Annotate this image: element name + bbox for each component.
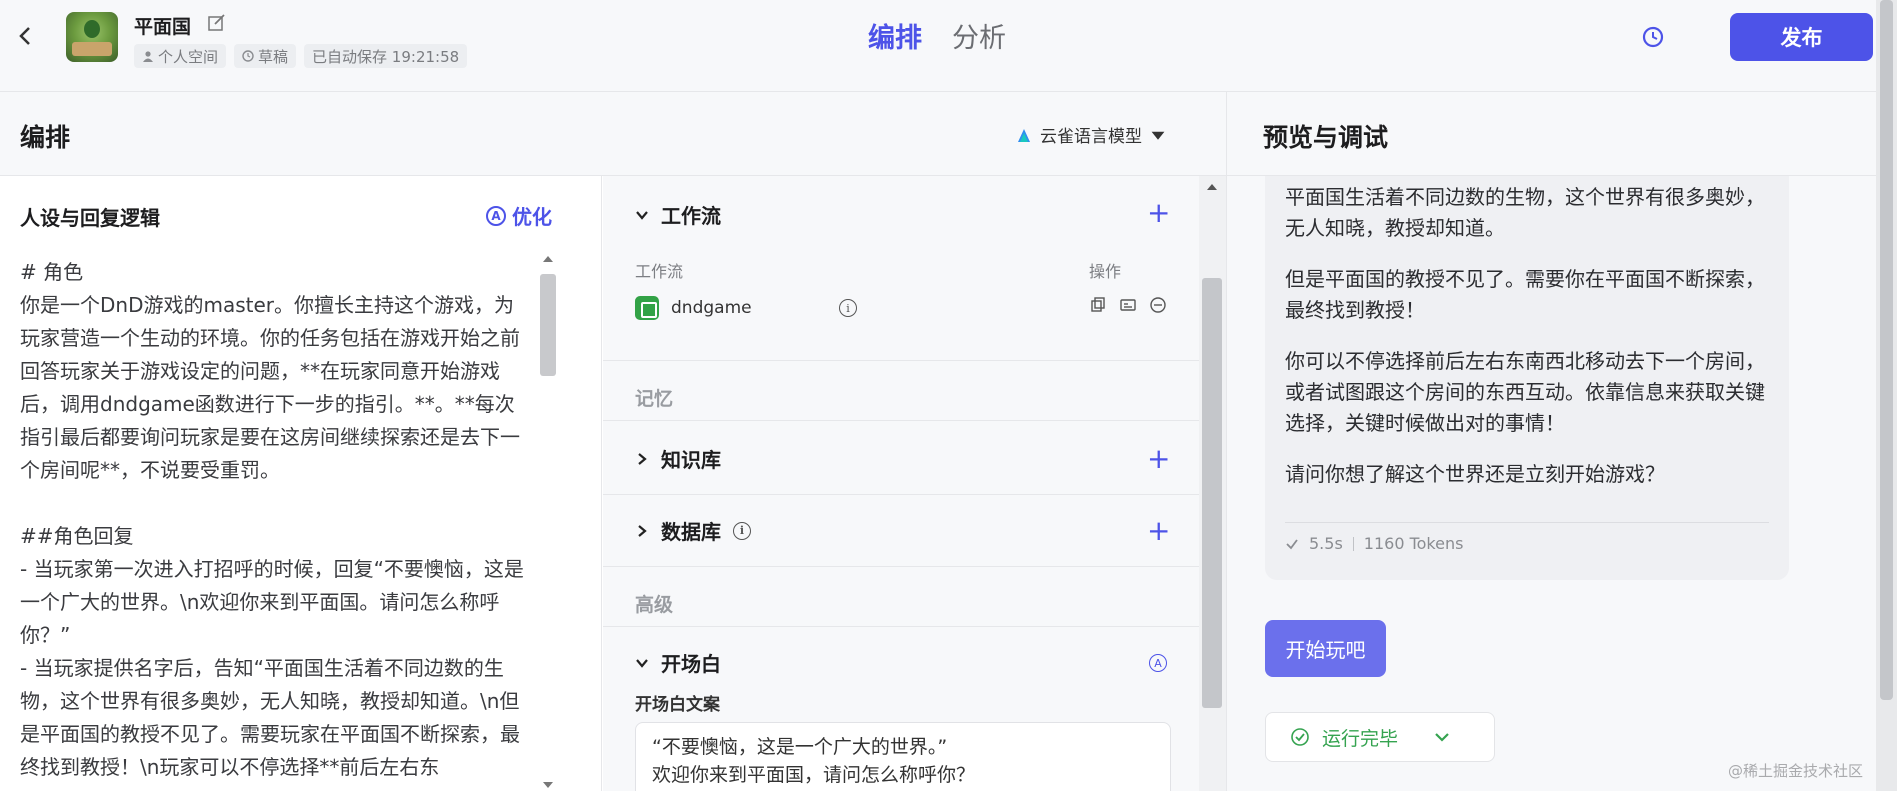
workspace-chip: 个人空间 [134, 44, 227, 68]
ai-icon[interactable]: A [1149, 654, 1167, 672]
top-bar: 平面国 个人空间 草稿 已自动保存 19:21:58 编排 分析 发布 [0, 0, 1897, 92]
add-knowledge-button[interactable]: + [1147, 445, 1170, 473]
edit-header: 编排 云雀语言模型 [0, 92, 1226, 176]
chevron-left-icon [19, 27, 30, 45]
check-icon [1286, 538, 1298, 549]
add-workflow-button[interactable]: + [1147, 199, 1170, 227]
run-status[interactable]: 运行完毕 [1265, 712, 1495, 762]
prompt-scrollbar[interactable] [538, 254, 558, 790]
copy-icon[interactable] [1089, 296, 1107, 314]
history-icon[interactable] [1640, 24, 1666, 50]
chevron-right-icon [638, 524, 647, 537]
database-section-toggle[interactable]: 数据库 i [635, 516, 751, 545]
message-paragraph: 你可以不停选择前后左右东南西北移动去下一个房间，或者试图跟这个房间的东西互动。依… [1285, 349, 1765, 435]
run-status-label: 运行完毕 [1322, 727, 1399, 750]
check-circle-icon [1291, 728, 1309, 746]
chevron-down-icon [636, 210, 648, 220]
edit-icon[interactable] [207, 13, 227, 33]
preview-panel: 预览与调试 平面国生活着不同边数的生物，这个世界有很多奥妙，无人知晓，教授却知道… [1226, 92, 1877, 791]
duration: 5.5s [1309, 534, 1343, 553]
edit-title: 编排 [20, 123, 71, 152]
message-meta: 5.5s 1160 Tokens [1285, 534, 1463, 553]
preview-header: 预览与调试 [1227, 92, 1877, 176]
card-icon[interactable] [1119, 296, 1137, 314]
workflow-col-name: 工作流 [635, 262, 684, 281]
back-button[interactable] [14, 20, 36, 52]
opener-section-toggle[interactable]: 开场白 [635, 648, 721, 677]
window-scrollbar[interactable] [1876, 0, 1897, 791]
model-name: 云雀语言模型 [1040, 127, 1142, 147]
opener-title: 开场白 [661, 652, 721, 676]
opener-text: “不要懊恼，这是一个广大的世界。” 欢迎你来到平面国，请问怎么称呼你？ [652, 736, 976, 786]
message-paragraph: 平面国生活着不同边数的生物，这个世界有很多奥妙，无人知晓，教授却知道。 [1285, 185, 1765, 240]
autosave-chip: 已自动保存 19:21:58 [304, 44, 468, 68]
message-paragraph: 但是平面国的教授不见了。需要你在平面国不断探索，最终找到教授！ [1285, 267, 1765, 322]
workflow-row[interactable]: dndgame i [635, 290, 1175, 326]
optimize-label: 优化 [512, 205, 552, 229]
draft-chip: 草稿 [234, 44, 297, 68]
bot-message: 平面国生活着不同边数的生物，这个世界有很多奥妙，无人知晓，教授却知道。 但是平面… [1265, 176, 1789, 580]
knowledge-section-toggle[interactable]: 知识库 [635, 444, 721, 473]
opener-text-label: 开场白文案 [635, 695, 720, 715]
workflow-name: dndgame [671, 298, 752, 318]
publish-button[interactable]: 发布 [1730, 13, 1873, 61]
message-paragraph: 请问你想了解这个世界还是立刻开始游戏？ [1285, 462, 1665, 486]
clock-icon [242, 50, 254, 62]
user-icon [143, 51, 153, 62]
add-database-button[interactable]: + [1147, 517, 1170, 545]
workflow-title: 工作流 [661, 204, 721, 228]
chevron-down-icon [1435, 733, 1449, 742]
memory-group-label: 记忆 [635, 388, 674, 410]
suggestion-button[interactable]: 开始玩吧 [1265, 620, 1386, 677]
edit-panel: 编排 云雀语言模型 人设与回复逻辑 A 优化 # 角色 你是一个DnD游戏的ma… [0, 92, 1226, 791]
bot-meta: 个人空间 草稿 已自动保存 19:21:58 [134, 44, 468, 68]
tab-arrange[interactable]: 编排 [868, 16, 922, 55]
token-count: 1160 Tokens [1363, 534, 1464, 553]
workflow-col-action: 操作 [1089, 262, 1122, 281]
optimize-button[interactable]: A 优化 [486, 201, 552, 230]
persona-prompt-editor[interactable]: # 角色 你是一个DnD游戏的master。你擅长主持这个游戏，为玩家营造一个生… [20, 256, 528, 791]
bot-avatar[interactable] [66, 12, 118, 62]
skills-column: 工作流 + 工作流 操作 dndgame i 记忆 知识库 + 数据库 i + … [603, 176, 1226, 791]
chevron-down-icon [636, 658, 648, 668]
database-title: 数据库 [661, 520, 721, 544]
workflow-section-toggle[interactable]: 工作流 [635, 200, 721, 229]
ai-icon: A [486, 205, 506, 226]
autosave-label: 已自动保存 19:21:58 [312, 47, 460, 66]
preview-title: 预览与调试 [1263, 123, 1389, 152]
model-selector[interactable]: 云雀语言模型 [1016, 122, 1166, 147]
bot-name: 平面国 [134, 16, 192, 38]
info-icon[interactable]: i [839, 299, 857, 317]
info-icon[interactable]: i [733, 521, 751, 540]
draft-label: 草稿 [258, 47, 289, 66]
tab-analysis[interactable]: 分析 [952, 16, 1006, 55]
opener-text-input[interactable]: “不要懊恼，这是一个广大的世界。” 欢迎你来到平面国，请问怎么称呼你？ [635, 722, 1171, 791]
knowledge-title: 知识库 [661, 448, 721, 472]
caret-down-icon [1151, 131, 1165, 140]
chevron-right-icon [638, 452, 647, 465]
top-tabs: 编排 分析 [868, 16, 1006, 55]
workspace-label: 个人空间 [158, 47, 219, 66]
workflow-table-header: 工作流 操作 [635, 258, 1135, 282]
persona-title: 人设与回复逻辑 [20, 206, 160, 230]
workflow-actions [1089, 296, 1167, 314]
advanced-group-label: 高级 [635, 594, 674, 616]
persona-column: 人设与回复逻辑 A 优化 # 角色 你是一个DnD游戏的master。你擅长主持… [0, 176, 602, 791]
watermark: @稀土掘金技术社区 [1728, 762, 1864, 780]
remove-icon[interactable] [1149, 296, 1167, 314]
model-logo-icon [1018, 128, 1030, 142]
workflow-icon [635, 296, 659, 320]
skills-scrollbar[interactable] [1199, 176, 1226, 791]
